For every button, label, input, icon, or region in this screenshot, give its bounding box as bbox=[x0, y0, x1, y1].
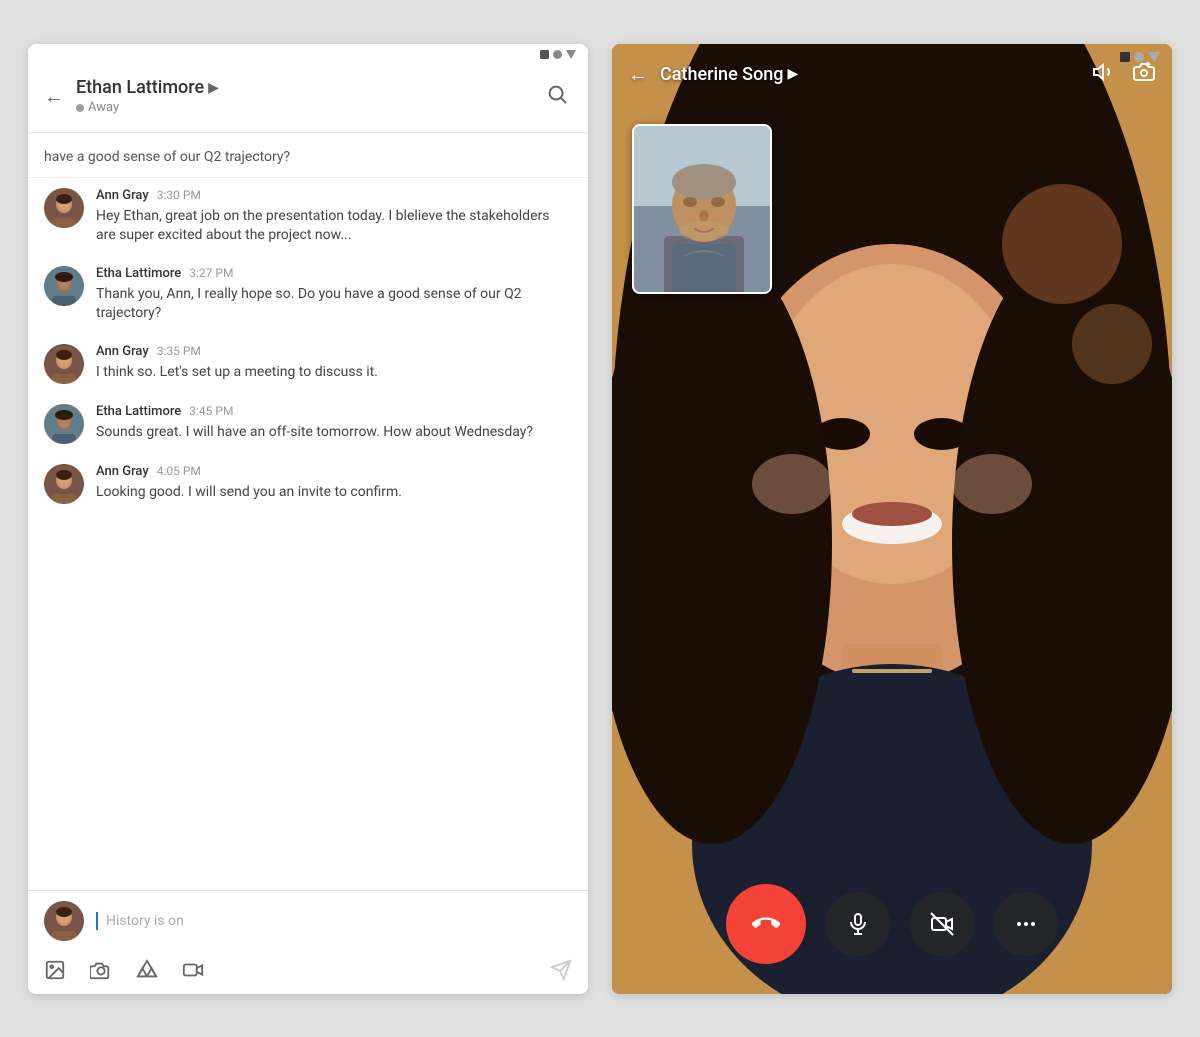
input-user-avatar bbox=[44, 901, 84, 941]
message-meta: Ann Gray 4:05 PM bbox=[96, 464, 572, 479]
message-text: Looking good. I will send you an invite … bbox=[96, 483, 572, 503]
avatar bbox=[44, 266, 84, 306]
ann-gray-avatar bbox=[44, 188, 84, 228]
message-sender: Ann Gray bbox=[96, 188, 149, 203]
message-sender: Etha Lattimore bbox=[96, 404, 181, 419]
app-container: ← Ethan Lattimore ▶ Away bbox=[28, 44, 1172, 994]
chat-messages: have a good sense of our Q2 trajectory? … bbox=[28, 133, 588, 890]
more-options-button[interactable] bbox=[994, 892, 1058, 956]
message-item: Ann Gray 4:05 PM Looking good. I will se… bbox=[28, 454, 588, 514]
video-header-icons bbox=[1092, 60, 1156, 89]
history-placeholder: History is on bbox=[106, 913, 184, 929]
message-text: I think so. Let's set up a meeting to di… bbox=[96, 363, 572, 383]
chat-status-bar bbox=[28, 44, 588, 61]
message-item: Etha Lattimore 3:27 PM Thank you, Ann, I… bbox=[28, 256, 588, 334]
chat-contact-name[interactable]: Ethan Lattimore ▶ bbox=[76, 77, 542, 98]
message-meta: Ann Gray 3:30 PM bbox=[96, 188, 572, 203]
etha-lattimore-avatar-2 bbox=[44, 404, 84, 444]
mute-button[interactable] bbox=[826, 892, 890, 956]
message-time: 4:05 PM bbox=[157, 464, 201, 478]
self-view-feed bbox=[634, 126, 772, 294]
message-meta: Etha Lattimore 3:45 PM bbox=[96, 404, 572, 419]
video-contact-name[interactable]: Catherine Song ▶ bbox=[660, 64, 1092, 85]
message-content: Ann Gray 3:35 PM I think so. Let's set u… bbox=[96, 344, 572, 383]
signal-icon bbox=[540, 50, 549, 59]
avatar bbox=[44, 188, 84, 228]
drive-button[interactable] bbox=[136, 959, 158, 986]
camera-button[interactable] bbox=[90, 959, 112, 986]
search-button[interactable] bbox=[542, 79, 572, 114]
message-sender: Ann Gray bbox=[96, 344, 149, 359]
ann-gray-avatar-3 bbox=[44, 464, 84, 504]
microphone-icon bbox=[846, 912, 870, 936]
ann-gray-avatar-2 bbox=[44, 344, 84, 384]
message-toolbar bbox=[28, 951, 588, 994]
self-view-thumbnail bbox=[632, 124, 772, 294]
message-time: 3:45 PM bbox=[189, 404, 233, 418]
message-time: 3:27 PM bbox=[189, 266, 233, 280]
message-text: Sounds great. I will have an off-site to… bbox=[96, 423, 572, 443]
expand-arrow-icon: ▶ bbox=[788, 66, 799, 82]
signal-icon bbox=[1120, 52, 1130, 62]
more-dots-icon bbox=[1014, 912, 1038, 936]
text-cursor bbox=[96, 912, 98, 930]
video-header: ← Catherine Song ▶ bbox=[612, 44, 1172, 105]
battery-icon bbox=[566, 50, 576, 59]
message-meta: Etha Lattimore 3:27 PM bbox=[96, 266, 572, 281]
avatar bbox=[44, 464, 84, 504]
send-button[interactable] bbox=[550, 959, 572, 986]
speaker-icon bbox=[1092, 60, 1116, 84]
truncated-message: have a good sense of our Q2 trajectory? bbox=[28, 141, 588, 178]
flip-camera-icon bbox=[1132, 60, 1156, 84]
message-item: Ann Gray 3:30 PM Hey Ethan, great job on… bbox=[28, 178, 588, 256]
speaker-button[interactable] bbox=[1092, 60, 1116, 89]
message-content: Etha Lattimore 3:27 PM Thank you, Ann, I… bbox=[96, 266, 572, 324]
status-dot-icon bbox=[76, 104, 84, 112]
image-icon bbox=[44, 959, 66, 981]
message-content: Ann Gray 4:05 PM Looking good. I will se… bbox=[96, 464, 572, 503]
chat-status: Away bbox=[76, 100, 542, 115]
message-sender: Ann Gray bbox=[96, 464, 149, 479]
drive-icon bbox=[136, 959, 158, 981]
message-time: 3:35 PM bbox=[157, 344, 201, 358]
end-call-button[interactable] bbox=[726, 884, 806, 964]
history-row: History is on bbox=[28, 890, 588, 951]
message-item: Etha Lattimore 3:45 PM Sounds great. I w… bbox=[28, 394, 588, 454]
message-content: Etha Lattimore 3:45 PM Sounds great. I w… bbox=[96, 404, 572, 443]
search-icon bbox=[546, 83, 568, 105]
video-controls bbox=[612, 884, 1172, 964]
send-icon bbox=[550, 959, 572, 981]
video-button[interactable] bbox=[182, 959, 204, 986]
video-off-button[interactable] bbox=[910, 892, 974, 956]
end-call-icon bbox=[752, 910, 780, 938]
message-meta: Ann Gray 3:35 PM bbox=[96, 344, 572, 359]
message-item: Ann Gray 3:35 PM I think so. Let's set u… bbox=[28, 334, 588, 394]
wifi-icon bbox=[553, 50, 562, 59]
chat-panel: ← Ethan Lattimore ▶ Away bbox=[28, 44, 588, 994]
video-status-bar bbox=[1120, 52, 1160, 62]
message-text: Hey Ethan, great job on the presentation… bbox=[96, 207, 572, 246]
avatar bbox=[44, 344, 84, 384]
input-avatar bbox=[44, 901, 84, 941]
battery-icon bbox=[1148, 52, 1160, 62]
image-attach-button[interactable] bbox=[44, 959, 66, 986]
camera-icon bbox=[90, 959, 112, 981]
video-off-icon bbox=[930, 912, 954, 936]
expand-arrow-icon: ▶ bbox=[208, 80, 219, 96]
video-panel: ← Catherine Song ▶ bbox=[612, 44, 1172, 994]
message-content: Ann Gray 3:30 PM Hey Ethan, great job on… bbox=[96, 188, 572, 246]
message-text: Thank you, Ann, I really hope so. Do you… bbox=[96, 285, 572, 324]
wifi-icon bbox=[1134, 52, 1144, 62]
message-time: 3:30 PM bbox=[157, 188, 201, 202]
message-sender: Etha Lattimore bbox=[96, 266, 181, 281]
flip-camera-button[interactable] bbox=[1132, 60, 1156, 89]
chat-header: ← Ethan Lattimore ▶ Away bbox=[28, 61, 588, 133]
chat-header-info: Ethan Lattimore ▶ Away bbox=[76, 77, 542, 115]
message-input[interactable]: History is on bbox=[96, 912, 572, 930]
avatar bbox=[44, 404, 84, 444]
etha-lattimore-avatar bbox=[44, 266, 84, 306]
back-button[interactable]: ← bbox=[44, 84, 64, 109]
video-icon bbox=[182, 959, 204, 981]
video-back-button[interactable]: ← bbox=[628, 62, 648, 87]
